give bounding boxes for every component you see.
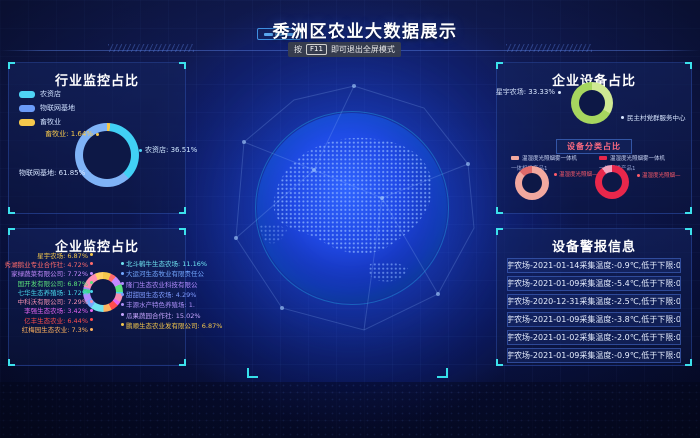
- ent-label: 中科沃有限公司: 7.29%: [18, 296, 93, 305]
- page-title: 秀洲区农业大数据展示: [0, 17, 700, 42]
- ent-label: 瓜果蔬园合作社: 15.02%: [121, 309, 193, 319]
- dashboard-root: 秀洲区农业大数据展示 按 F11 即可退出全屏模式: [0, 0, 700, 438]
- panel-title: 设备警报信息: [497, 236, 691, 255]
- alarm-row: 星宇农场-2020-12-31采集温度:-2.5℃,低于下限:0℃: [507, 294, 681, 309]
- panel-device-ratio: 企业设备占比 星宇农场: 33.33% 民主村党群服务中心 设备分类占比 温湿度…: [496, 62, 692, 214]
- legend-item[interactable]: 温湿度光照烟雾一体机: [599, 154, 665, 162]
- ent-label: 隆门生态农业科技有限公: [121, 279, 193, 289]
- ent-label: 甜甜园生态农场: 4.29%: [121, 289, 193, 299]
- legend-swatch: [19, 105, 35, 112]
- panel-device-alarms: 设备警报信息 星宇农场-2021-01-14采集温度:-0.9℃,低于下限:0℃…: [496, 228, 692, 366]
- panel-enterprise-ratio: 企业监控占比 星宇农场: 6.87% 秀湖鹅业专业合作社: 4.72% 家绿蔬菜…: [8, 228, 186, 366]
- legend-item-wulianwang[interactable]: 物联网基地: [19, 103, 75, 113]
- class-right-side-label: 温湿度光照烟—: [637, 171, 681, 179]
- ent-label: 大运河生态牧业有限责任公: [121, 268, 193, 278]
- ent-label: 鹏顺生态农业发有限公司: 6.87%: [121, 320, 193, 330]
- alarm-row: 星宇农场-2021-01-09采集温度:-3.8℃,低于下限:0℃: [507, 312, 681, 327]
- f11-keycap: F11: [306, 44, 327, 55]
- enterprise-labels-left: 星宇农场: 6.87% 秀湖鹅业专业合作社: 4.72% 家绿蔬菜有限公司: 7…: [11, 250, 93, 334]
- bottom-dot-band: [0, 382, 700, 438]
- alarm-row: 星宇农场-2021-01-09采集温度:-5.4℃,低于下限:0℃: [507, 276, 681, 291]
- ent-label: 七华生态养殖场: 1.72%: [18, 287, 93, 296]
- ent-label: 亿丰生态农业: 6.44%: [24, 315, 93, 324]
- legend-item[interactable]: 温湿度光照烟雾一体机: [511, 154, 577, 162]
- alarm-row: 星宇农场-2021-01-02采集温度:-2.0℃,低于下限:0℃: [507, 330, 681, 345]
- device-donut-chart[interactable]: [571, 82, 613, 124]
- class-left-donut-chart[interactable]: [515, 166, 549, 200]
- ent-label: 秀湖鹅业专业合作社: 4.72%: [5, 259, 93, 268]
- callout-xingyu-farm: 星宇农场: 33.33%: [503, 87, 561, 97]
- ent-label: 红梅园生态农业: 7.3%: [22, 324, 93, 333]
- ent-label: 国开发有限公司: 6.87%: [18, 278, 93, 287]
- callout-xumuye: 畜牧业: 1.64%: [23, 129, 99, 139]
- class-right-donut-chart[interactable]: [595, 165, 629, 199]
- fullscreen-hint: 按 F11 即可退出全屏模式: [288, 42, 401, 57]
- ent-label: 丰源水产特色养殖场: 1.: [121, 299, 193, 309]
- header-hatch-right: [506, 44, 592, 52]
- alarm-row: 星宇农场-2021-01-14采集温度:-0.9℃,低于下限:0℃: [507, 258, 681, 273]
- ent-label: 家绿蔬菜有限公司: 7.72%: [11, 269, 93, 278]
- panel-industry-ratio: 行业监控占比 农资店 物联网基地 畜牧业 畜牧业: 1.64% 农资店: 36.…: [8, 62, 186, 214]
- ent-label: 北斗鹌牛生态农场: 11.16%: [121, 258, 193, 268]
- center-corner-bracket-right: [437, 368, 448, 378]
- alarm-row: 星宇农场-2021-01-09采集温度:-0.9℃,低于下限:0℃: [507, 348, 681, 363]
- legend-item-xumuye[interactable]: 畜牧业: [19, 117, 75, 127]
- enterprise-labels-right: 北斗鹌牛生态农场: 11.16% 大运河生态牧业有限责任公 隆门生态农业科技有限…: [121, 258, 193, 330]
- globe-visualization: [257, 113, 447, 303]
- callout-wulianwang: 物联网基地: 61.85%: [19, 168, 91, 178]
- legend-swatch: [19, 91, 35, 98]
- device-class-title: 设备分类占比: [556, 139, 632, 154]
- alarm-list: 星宇农场-2021-01-14采集温度:-0.9℃,低于下限:0℃ 星宇农场-2…: [497, 255, 691, 363]
- legend-item-nongzidian[interactable]: 农资店: [19, 89, 75, 99]
- legend-swatch: [19, 119, 35, 126]
- ent-label: 星宇农场: 6.87%: [37, 250, 93, 259]
- callout-minzhu-village: 民主村党群服务中心: [621, 112, 686, 122]
- hint-prefix: 按: [294, 44, 302, 55]
- industry-legend: 农资店 物联网基地 畜牧业: [19, 89, 75, 127]
- class-left-side-label: 温湿度光照烟—: [554, 170, 598, 178]
- center-corner-bracket-left: [247, 368, 258, 378]
- ent-label: 李强生态农场: 3.42%: [24, 306, 93, 315]
- panel-title: 行业监控占比: [9, 70, 185, 89]
- callout-nongzidian: 农资店: 36.51%: [139, 145, 197, 155]
- hint-suffix: 即可退出全屏模式: [331, 44, 395, 55]
- globe-mesh-and-continents: [222, 78, 482, 338]
- header-hatch-left: [108, 44, 194, 52]
